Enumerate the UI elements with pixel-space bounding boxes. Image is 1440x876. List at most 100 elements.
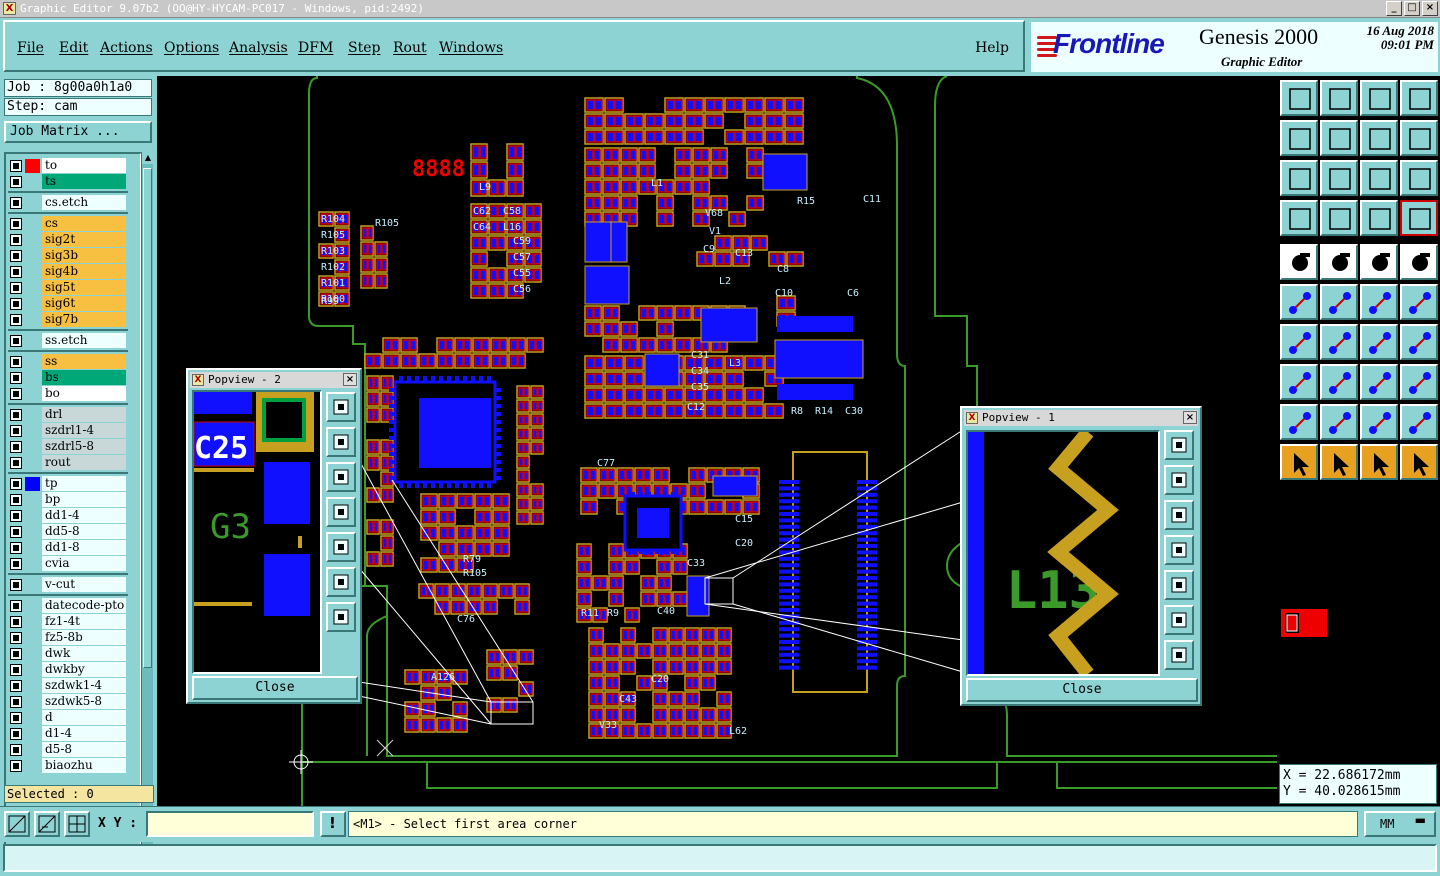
layer-color-swatch[interactable] <box>25 695 40 709</box>
ruler-tool-button[interactable] <box>1360 244 1398 280</box>
layer-row-cvia[interactable]: cvia <box>8 556 128 571</box>
layer-row-d[interactable]: d <box>8 710 128 725</box>
help-tool-button[interactable] <box>1400 160 1438 196</box>
layer-checkbox[interactable] <box>10 372 22 384</box>
layer-name[interactable]: dd1-4 <box>42 508 126 523</box>
layer-checkbox[interactable] <box>10 680 22 692</box>
layer-checkbox[interactable] <box>10 356 22 368</box>
popview-1-window-button[interactable] <box>1164 430 1194 460</box>
layer-color-swatch[interactable] <box>25 196 40 210</box>
layer-name[interactable]: sig7b <box>42 312 126 327</box>
maximize-button[interactable]: □ <box>1404 1 1420 16</box>
layer-color-swatch[interactable] <box>25 281 40 295</box>
popview-2-zoom-center-button[interactable] <box>326 602 356 632</box>
minus-tool-button[interactable] <box>1320 364 1358 400</box>
layer-checkbox[interactable] <box>10 250 22 262</box>
split-window-tool-button[interactable] <box>1400 80 1438 116</box>
layer-name[interactable]: fz1-4t <box>42 614 126 629</box>
popview-2-page-right-button[interactable] <box>326 532 356 562</box>
layer-checkbox[interactable] <box>10 760 22 772</box>
layer-row-sig7b[interactable]: sig7b <box>8 312 128 327</box>
layer-row-sig6t[interactable]: sig6t <box>8 296 128 311</box>
layer-checkbox[interactable] <box>10 234 22 246</box>
layer-color-swatch[interactable] <box>25 557 40 571</box>
menu-step[interactable]: Step <box>348 40 380 56</box>
layers-tool-button[interactable] <box>1360 200 1398 236</box>
angle-tool-button[interactable] <box>1280 324 1318 360</box>
menu-edit[interactable]: Edit <box>59 40 88 56</box>
scroll-thumb[interactable] <box>143 168 152 668</box>
layer-name[interactable]: to <box>42 158 126 173</box>
layer-name[interactable]: dwkby <box>42 662 126 677</box>
popview-1-zoom-fit-button[interactable] <box>1164 605 1194 635</box>
triangle-tool-button[interactable] <box>1280 404 1318 440</box>
popview-1-page-left-button[interactable] <box>1164 535 1194 565</box>
layer-row-rout[interactable]: rout <box>8 455 128 470</box>
layer-checkbox[interactable] <box>10 632 22 644</box>
zoom-fit-tool-button[interactable] <box>1280 160 1318 196</box>
layer-row-fz5-8b[interactable]: fz5-8b <box>8 630 128 645</box>
arc-tool-button[interactable] <box>1360 324 1398 360</box>
layer-row-ss[interactable]: ss <box>8 354 128 369</box>
popview-1-page-up-button[interactable] <box>1164 465 1194 495</box>
layer-checkbox[interactable] <box>10 282 22 294</box>
layer-color-swatch[interactable] <box>25 355 40 369</box>
layer-color-swatch[interactable] <box>25 679 40 693</box>
units-select[interactable]: MM ▬ <box>1364 811 1436 837</box>
layer-row-d1-4[interactable]: d1-4 <box>8 726 128 741</box>
layer-row-dwk[interactable]: dwk <box>8 646 128 661</box>
zoom-center-tool-button[interactable] <box>1320 160 1358 196</box>
popview-2-page-up-button[interactable] <box>326 427 356 457</box>
layer-color-swatch[interactable] <box>25 759 40 773</box>
popview-2-window-button[interactable] <box>326 392 356 422</box>
layer-color-swatch[interactable] <box>25 727 40 741</box>
layer-row-sig5t[interactable]: sig5t <box>8 280 128 295</box>
layer-name[interactable]: datecode-pto <box>42 598 126 613</box>
text-tool-button[interactable] <box>1400 324 1438 360</box>
layer-name[interactable]: cs.etch <box>42 195 126 210</box>
layer-row-datecode-pto[interactable]: datecode-pto <box>8 598 128 613</box>
layer-color-swatch[interactable] <box>25 440 40 454</box>
color-swatch[interactable] <box>1281 607 1327 639</box>
menu-dfm[interactable]: DFM <box>298 40 333 56</box>
layer-color-swatch[interactable] <box>25 249 40 263</box>
layer-row-ts[interactable]: ts <box>8 174 128 189</box>
layer-color-swatch[interactable] <box>25 578 40 592</box>
popview-2-view[interactable]: C25 G3 <box>192 390 322 674</box>
layer-checkbox[interactable] <box>10 696 22 708</box>
line-tool-button[interactable] <box>1320 244 1358 280</box>
group-tool-button[interactable] <box>1400 364 1438 400</box>
layer-row-ss.etch[interactable]: ss.etch <box>8 333 128 348</box>
layer-checkbox[interactable] <box>10 335 22 347</box>
layer-name[interactable]: dwk <box>42 646 126 661</box>
layer-checkbox[interactable] <box>10 744 22 756</box>
menu-file[interactable]: File <box>17 40 44 56</box>
layer-color-swatch[interactable] <box>25 663 40 677</box>
layer-row-sig2t[interactable]: sig2t <box>8 232 128 247</box>
layer-row-fz1-4t[interactable]: fz1-4t <box>8 614 128 629</box>
layer-checkbox[interactable] <box>10 558 22 570</box>
layer-row-cs[interactable]: cs <box>8 216 128 231</box>
dimension-tool-button[interactable] <box>1360 364 1398 400</box>
layer-name[interactable]: sig4b <box>42 264 126 279</box>
alert-button[interactable]: ! <box>320 811 346 837</box>
settings-tool-button[interactable] <box>1280 200 1318 236</box>
layer-color-swatch[interactable] <box>25 265 40 279</box>
layer-color-swatch[interactable] <box>25 599 40 613</box>
layer-color-swatch[interactable] <box>25 233 40 247</box>
layer-name[interactable]: cs <box>42 216 126 231</box>
layer-name[interactable]: d1-4 <box>42 726 126 741</box>
layer-checkbox[interactable] <box>10 728 22 740</box>
layer-color-swatch[interactable] <box>25 711 40 725</box>
layer-checkbox[interactable] <box>10 579 22 591</box>
menu-actions[interactable]: Actions <box>100 40 153 56</box>
layer-checkbox[interactable] <box>10 600 22 612</box>
layer-row-bo[interactable]: bo <box>8 386 128 401</box>
layer-color-swatch[interactable] <box>25 647 40 661</box>
cross-tool-button[interactable] <box>1320 284 1358 320</box>
layer-checkbox[interactable] <box>10 388 22 400</box>
layer-name[interactable]: szdwk5-8 <box>42 694 126 709</box>
popview-1-page-down-button[interactable] <box>1164 500 1194 530</box>
slash-tool-button[interactable] <box>1320 324 1358 360</box>
snake-tool-button[interactable] <box>1400 120 1438 156</box>
